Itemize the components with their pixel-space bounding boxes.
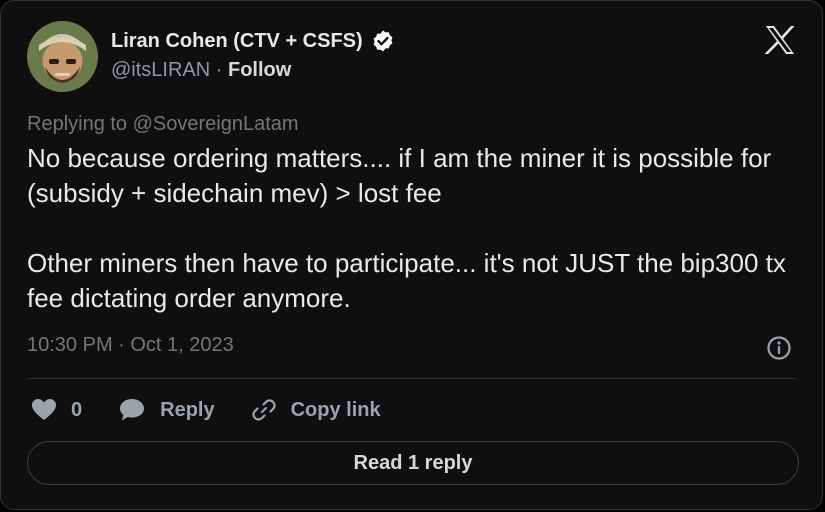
x-logo-icon[interactable] bbox=[764, 25, 796, 55]
author-handle[interactable]: @itsLIRAN bbox=[111, 59, 210, 81]
like-count: 0 bbox=[71, 398, 83, 421]
author-name-row: Liran Cohen (CTV + CSFS) bbox=[111, 29, 395, 53]
read-replies-button[interactable]: Read 1 reply bbox=[27, 441, 799, 485]
replying-to-line: Replying to @SovereignLatam bbox=[27, 113, 299, 136]
replying-to-prefix: Replying to bbox=[27, 113, 133, 135]
tweet-text: No because ordering matters.... if I am … bbox=[27, 141, 787, 316]
tweet-embed-card: Liran Cohen (CTV + CSFS) @itsLIRAN · Fol… bbox=[0, 0, 823, 510]
replying-to-handle[interactable]: @SovereignLatam bbox=[133, 113, 299, 135]
tweet-timestamp[interactable]: 10:30 PM · Oct 1, 2023 bbox=[27, 334, 234, 357]
copy-link-label: Copy link bbox=[290, 398, 381, 421]
follow-button[interactable]: Follow bbox=[228, 59, 291, 81]
speech-bubble-icon bbox=[120, 399, 145, 421]
avatar[interactable] bbox=[27, 21, 98, 92]
divider bbox=[27, 378, 796, 379]
link-icon bbox=[251, 399, 276, 421]
like-button[interactable]: 0 bbox=[31, 398, 82, 422]
copy-link-button[interactable]: Copy link bbox=[251, 397, 381, 423]
tweet-paragraph: No because ordering matters.... if I am … bbox=[27, 143, 772, 208]
avatar-photo bbox=[27, 21, 98, 92]
verified-badge-icon bbox=[371, 29, 395, 53]
reply-button[interactable]: Reply bbox=[118, 397, 215, 423]
heart-icon bbox=[32, 399, 56, 420]
author-display-name[interactable]: Liran Cohen (CTV + CSFS) bbox=[111, 30, 363, 53]
tweet-paragraph: Other miners then have to participate...… bbox=[27, 248, 786, 313]
info-icon[interactable] bbox=[766, 335, 792, 361]
reply-label: Reply bbox=[160, 398, 215, 421]
author-handle-row: @itsLIRAN · Follow bbox=[111, 59, 291, 82]
handle-separator: · bbox=[210, 59, 228, 81]
action-bar: 0 Reply Copy link bbox=[31, 393, 417, 427]
